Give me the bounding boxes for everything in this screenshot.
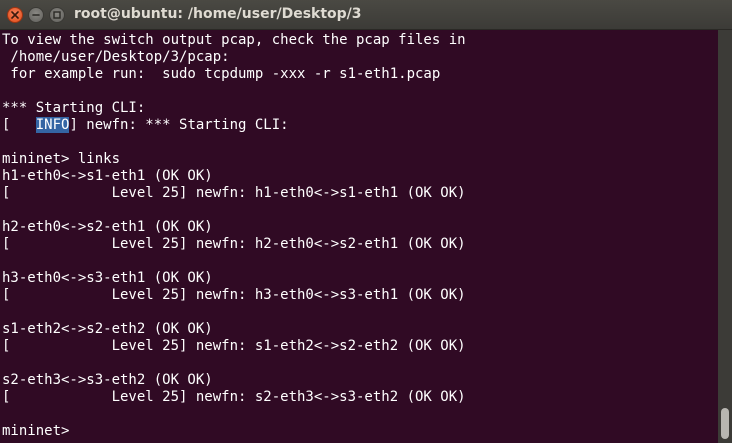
window-title: root@ubuntu: /home/user/Desktop/3	[74, 6, 362, 22]
prompt: mininet>	[2, 423, 78, 439]
log-message: ] newfn: *** Starting CLI:	[69, 117, 289, 133]
terminal-line: [ Level 25] newfn: h1-eth0<->s1-eth1 (OK…	[2, 185, 466, 201]
title-bar[interactable]: root@ubuntu: /home/user/Desktop/3	[0, 0, 732, 30]
terminal-line: [ INFO] newfn: *** Starting CLI:	[2, 117, 289, 134]
terminal-line: mininet> links	[2, 151, 121, 167]
terminal-line: *** Starting CLI:	[2, 100, 146, 116]
terminal-line: To view the switch output pcap, check th…	[2, 32, 466, 48]
terminal-prompt-line[interactable]: mininet>	[2, 423, 78, 440]
terminal-line: s1-eth2<->s2-eth2 (OK OK)	[2, 321, 213, 337]
terminal-line: s2-eth3<->s3-eth2 (OK OK)	[2, 372, 213, 388]
scrollbar-thumb[interactable]	[721, 408, 729, 439]
close-icon[interactable]	[7, 7, 23, 23]
minimize-icon[interactable]	[28, 7, 44, 23]
selected-text[interactable]: INFO	[35, 117, 70, 133]
terminal-window: root@ubuntu: /home/user/Desktop/3 To vie…	[0, 0, 732, 443]
terminal-line: [ Level 25] newfn: h3-eth0<->s3-eth1 (OK…	[2, 287, 466, 303]
maximize-icon[interactable]	[49, 7, 65, 23]
terminal-line: for example run: sudo tcpdump -xxx -r s1…	[2, 66, 441, 82]
terminal-line: h3-eth0<->s3-eth1 (OK OK)	[2, 270, 213, 286]
terminal-line: [ Level 25] newfn: s1-eth2<->s2-eth2 (OK…	[2, 338, 466, 354]
terminal-output[interactable]: To view the switch output pcap, check th…	[0, 30, 718, 443]
terminal-line: h1-eth0<->s1-eth1 (OK OK)	[2, 168, 213, 184]
scrollbar[interactable]	[718, 30, 732, 443]
terminal-line: [ Level 25] newfn: h2-eth0<->s2-eth1 (OK…	[2, 236, 466, 252]
log-bracket: [	[2, 117, 36, 133]
terminal-line: [ Level 25] newfn: s2-eth3<->s3-eth2 (OK…	[2, 389, 466, 405]
terminal-line: /home/user/Desktop/3/pcap:	[2, 49, 230, 65]
terminal-line: h2-eth0<->s2-eth1 (OK OK)	[2, 219, 213, 235]
